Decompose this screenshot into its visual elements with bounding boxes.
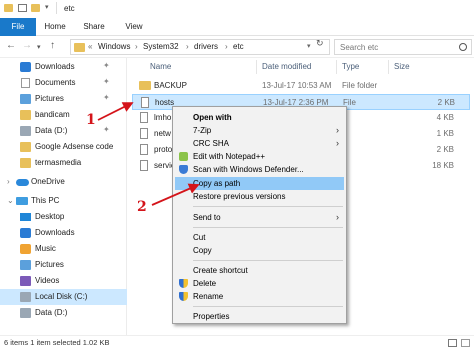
- annotation-number-2: 2: [137, 199, 147, 215]
- annotation-number-1: 1: [86, 112, 96, 128]
- annotation-arrow-2: [151, 183, 200, 206]
- annotation-overlay: [97, 102, 200, 206]
- annotation-arrow-1: [97, 102, 134, 121]
